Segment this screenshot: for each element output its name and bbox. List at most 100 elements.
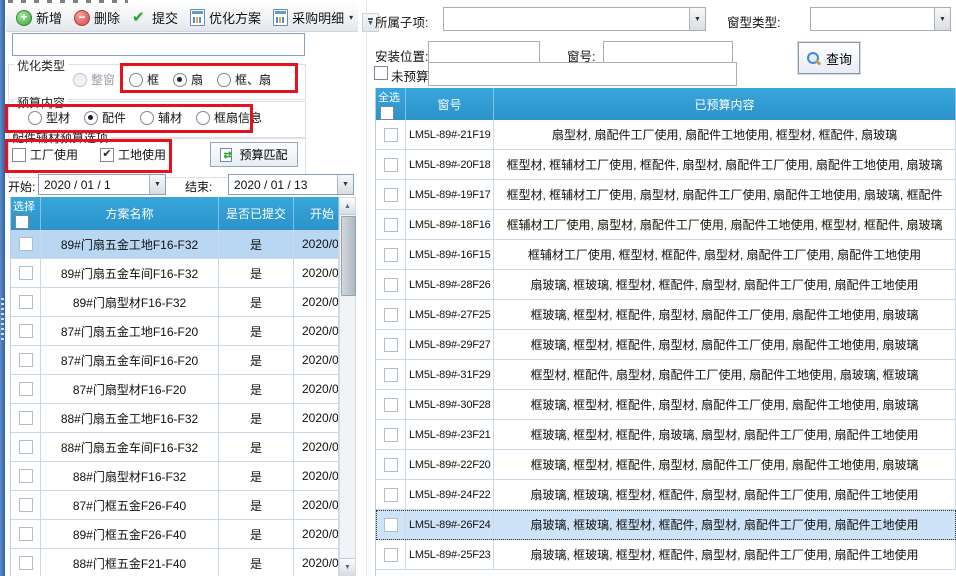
radio-option[interactable]: 配件 [84,109,126,126]
radio-icon[interactable] [73,73,87,87]
row-checkbox[interactable] [19,411,33,425]
plan-table-row[interactable]: 89#门扇型材F16-F32 是 2020/0 [11,288,339,317]
row-checkbox[interactable] [384,548,398,562]
window-table-row[interactable]: LM5L-89#-27F25 框玻璃, 框型材, 框配件, 扇型材, 扇配件工厂… [376,300,956,330]
combo-arrow-icon[interactable]: ▼ [934,8,950,30]
select-all-checkbox[interactable] [15,215,29,229]
radio-option[interactable]: 型材 [28,109,70,126]
row-checkbox[interactable] [384,128,398,142]
row-checkbox[interactable] [384,458,398,472]
window-table-row[interactable]: LM5L-89#-16F15 框辅材工厂使用, 框型材, 框配件, 扇型材, 扇… [376,240,956,270]
install-pos-input[interactable] [428,41,540,64]
checkbox-icon[interactable] [12,148,26,162]
row-checkbox[interactable] [384,188,398,202]
row-checkbox[interactable] [19,295,33,309]
plan-filter-input[interactable] [12,33,305,56]
plan-table-row[interactable]: 89#门框五金F26-F40 是 2020/0 [11,520,339,549]
budget-match-button[interactable]: 预算匹配 [210,142,298,167]
row-checkbox[interactable] [384,518,398,532]
window-table-row[interactable]: LM5L-89#-26F24 扇玻璃, 框玻璃, 框型材, 框配件, 扇型材, … [376,510,956,540]
radio-option[interactable]: 辅材 [140,109,182,126]
radio-icon[interactable] [84,111,98,125]
window-table-row[interactable]: LM5L-89#-29F27 框玻璃, 框型材, 框配件, 扇型材, 扇配件工厂… [376,330,956,360]
plan-table-row[interactable]: 87#门扇五金工地F16-F20 是 2020/0 [11,317,339,346]
plan-table-row[interactable]: 87#门扇五金车间F16-F20 是 2020/0 [11,346,339,375]
window-table-row[interactable]: LM5L-89#-28F26 扇玻璃, 框玻璃, 框型材, 框配件, 扇型材, … [376,270,956,300]
window-type-combobox[interactable]: ▼ [810,7,951,31]
sub-item-combobox[interactable]: ▼ [443,7,706,31]
row-checkbox[interactable] [384,218,398,232]
row-checkbox[interactable] [384,338,398,352]
row-checkbox[interactable] [384,308,398,322]
no-budget-checkbox[interactable] [374,66,388,80]
checkbox-icon[interactable] [100,148,114,162]
row-checkbox[interactable] [384,248,398,262]
row-checkbox[interactable] [384,278,398,292]
window-no-input[interactable] [603,41,733,64]
plan-table-row[interactable]: 89#门扇五金工地F16-F32 是 2020/0 [11,230,339,259]
vertical-scrollbar[interactable]: ▲ ▼ [339,197,356,576]
window-table-row[interactable]: LM5L-89#-30F28 框玻璃, 框型材, 框配件, 扇型材, 扇配件工厂… [376,390,956,420]
checkbox-option[interactable]: 工厂使用 [12,146,78,163]
radio-option[interactable]: 扇 [173,71,203,88]
no-budget-input[interactable] [428,62,737,86]
toolbar-button[interactable]: 新增 ▾ [10,5,68,30]
radio-option[interactable]: 框、扇 [217,71,271,88]
plan-table-row[interactable]: 89#门扇五金车间F16-F32 是 2020/0 [11,259,339,288]
window-table-row[interactable]: LM5L-89#-19F17 框型材, 框辅材工厂使用, 扇型材, 扇配件工厂使… [376,180,956,210]
scroll-down-icon[interactable]: ▼ [340,558,355,575]
radio-icon[interactable] [173,73,187,87]
toolbar-button[interactable]: 提交 ▾ [126,5,184,30]
date-dropdown-icon[interactable]: ▼ [149,175,165,194]
row-checkbox[interactable] [19,266,33,280]
row-checkbox[interactable] [19,324,33,338]
radio-option[interactable]: 整窗 [73,71,115,88]
plan-table-row[interactable]: 88#门扇型材F16-F32 是 2020/0 [11,462,339,491]
row-checkbox[interactable] [384,158,398,172]
radio-icon[interactable] [129,73,143,87]
radio-icon[interactable] [196,111,210,125]
toolbar-button[interactable]: 优化方案 ▾ [184,5,267,30]
plan-table-row[interactable]: 87#门扇型材F16-F20 是 2020/0 [11,375,339,404]
row-checkbox[interactable] [19,440,33,454]
window-table-row[interactable]: LM5L-89#-25F23 扇玻璃, 框玻璃, 框型材, 框配件, 扇型材, … [376,540,956,570]
combo-arrow-icon[interactable]: ▼ [689,8,705,30]
plan-table-row[interactable]: 87#门框五金F26-F40 是 2020/0 [11,491,339,520]
window-table-row[interactable]: LM5L-89#-23F21 框玻璃, 框型材, 框配件, 扇玻璃, 扇型材, … [376,420,956,450]
query-button[interactable]: 查询 [798,42,860,74]
radio-icon[interactable] [140,111,154,125]
row-checkbox[interactable] [384,398,398,412]
window-table-row[interactable]: LM5L-89#-20F18 框型材, 框辅材工厂使用, 框配件, 扇型材, 扇… [376,150,956,180]
row-checkbox[interactable] [19,237,33,251]
checkbox-option[interactable]: 工地使用 [100,146,166,163]
row-checkbox[interactable] [19,382,33,396]
window-table-row[interactable]: LM5L-89#-22F20 框玻璃, 框型材, 框配件, 扇型材, 扇配件工厂… [376,450,956,480]
radio-icon[interactable] [217,73,231,87]
row-checkbox[interactable] [19,469,33,483]
row-checkbox[interactable] [384,368,398,382]
row-checkbox[interactable] [384,428,398,442]
dropdown-caret-icon[interactable]: ▾ [349,13,353,22]
toolbar-button[interactable]: 采购明细 ▾ [267,5,359,30]
date-dropdown-icon[interactable]: ▼ [337,175,353,194]
dock-strip[interactable] [0,0,5,576]
radio-option[interactable]: 框 [129,71,159,88]
toolbar-button[interactable]: 删除 ▾ [68,5,126,30]
plan-table-row[interactable]: 88#门扇五金车间F16-F32 是 2020/0 [11,433,339,462]
radio-option[interactable]: 框扇信息 [196,109,262,126]
row-checkbox[interactable] [384,488,398,502]
date-end-picker[interactable]: 2020 / 01 / 13 ▼ [228,174,354,195]
select-all-checkbox[interactable] [380,106,394,120]
window-table-row[interactable]: LM5L-89#-31F29 框型材, 框配件, 扇型材, 扇配件工厂使用, 扇… [376,360,956,390]
row-checkbox[interactable] [19,556,33,570]
plan-table-row[interactable]: 88#门扇五金工地F16-F32 是 2020/0 [11,404,339,433]
plan-table-row[interactable]: 88#门框五金F21-F40 是 2020/0 [11,549,339,576]
row-checkbox[interactable] [19,498,33,512]
row-checkbox[interactable] [19,353,33,367]
window-table-row[interactable]: LM5L-89#-24F22 扇玻璃, 框玻璃, 框型材, 框配件, 扇型材, … [376,480,956,510]
scroll-up-icon[interactable]: ▲ [340,198,355,215]
radio-icon[interactable] [28,111,42,125]
window-table-row[interactable]: LM5L-89#-18F16 框辅材工厂使用, 扇型材, 扇配件工厂使用, 扇配… [376,210,956,240]
date-start-picker[interactable]: 2020 / 01 / 1 ▼ [38,174,166,195]
window-table-row[interactable]: LM5L-89#-21F19 扇型材, 扇配件工厂使用, 扇配件工地使用, 框型… [376,120,956,150]
